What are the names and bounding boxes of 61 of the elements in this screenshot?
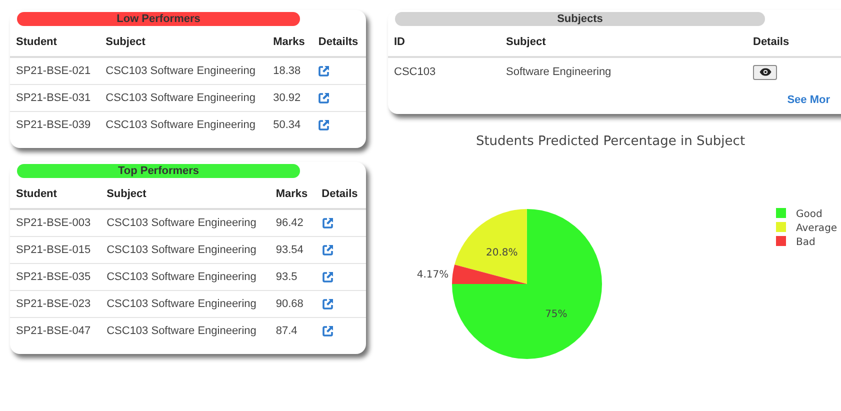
- id-cell: CSC103: [388, 57, 500, 86]
- external-link-icon[interactable]: [318, 92, 330, 104]
- student-cell: SP21-BSE-023: [10, 290, 101, 318]
- subject-cell: CSC103 Software Engineering: [100, 264, 270, 290]
- subject-cell: Software Engineering: [500, 57, 747, 86]
- section-title: Subjects: [395, 12, 765, 26]
- view-button[interactable]: [753, 64, 777, 80]
- marks-cell: 90.68: [270, 290, 316, 318]
- external-link-icon[interactable]: [322, 271, 334, 283]
- legend-label: Average: [796, 223, 837, 234]
- external-link-icon[interactable]: [322, 298, 334, 310]
- column-header: Student: [10, 26, 100, 57]
- column-header: Details: [316, 178, 366, 209]
- marks-cell: 96.42: [270, 209, 316, 236]
- column-header: Marks: [267, 26, 312, 57]
- marks-cell: 87.4: [270, 318, 316, 344]
- column-header: Detailts: [312, 26, 366, 57]
- legend-swatch: [776, 208, 786, 218]
- subject-cell: CSC103 Software Engineering: [100, 112, 268, 138]
- legend-swatch: [776, 236, 786, 246]
- section-title: Top Performers: [17, 164, 300, 178]
- column-header: Subject: [100, 178, 270, 209]
- legend-label: Bad: [796, 237, 816, 248]
- student-cell: SP21-BSE-015: [10, 236, 101, 264]
- marks-cell: 30.92: [267, 84, 312, 112]
- subject-cell: CSC103 Software Engineering: [100, 84, 268, 112]
- column-header: Marks: [270, 178, 316, 209]
- marks-cell: 93.54: [270, 236, 316, 264]
- external-link-icon[interactable]: [322, 325, 334, 337]
- section-title: Low Performers: [17, 12, 300, 26]
- external-link-icon[interactable]: [318, 119, 330, 131]
- chart-title: Students Predicted Percentage in Subject: [474, 134, 746, 149]
- subject-cell: CSC103 Software Engineering: [100, 57, 268, 84]
- column-header: Subject: [500, 26, 747, 57]
- student-cell: SP21-BSE-035: [10, 264, 101, 290]
- external-link-icon[interactable]: [322, 244, 334, 256]
- marks-cell: 18.38: [267, 57, 312, 84]
- column-header: Subject: [100, 26, 268, 57]
- student-cell: SP21-BSE-039: [10, 112, 100, 138]
- slice-label: 4.17%: [416, 270, 449, 281]
- subject-cell: CSC103 Software Engineering: [100, 318, 270, 344]
- slice-label: 75%: [545, 309, 568, 320]
- student-cell: SP21-BSE-047: [10, 318, 101, 344]
- external-link-icon[interactable]: [318, 65, 330, 77]
- legend-swatch: [776, 222, 786, 232]
- subject-cell: CSC103 Software Engineering: [100, 290, 270, 318]
- subject-cell: CSC103 Software Engineering: [100, 236, 270, 264]
- legend-label: Good: [796, 209, 822, 220]
- student-cell: SP21-BSE-031: [10, 84, 100, 112]
- slice-label: 20.8%: [486, 247, 518, 258]
- column-header: Student: [10, 178, 101, 209]
- column-header: Details: [747, 26, 841, 57]
- see-more-link[interactable]: See Mor: [787, 94, 830, 106]
- marks-cell: 93.5: [270, 264, 316, 290]
- external-link-icon[interactable]: [322, 217, 334, 229]
- student-cell: SP21-BSE-021: [10, 57, 100, 84]
- eye-icon: [758, 68, 772, 76]
- column-header: ID: [388, 26, 500, 57]
- subject-cell: CSC103 Software Engineering: [100, 209, 270, 236]
- student-cell: SP21-BSE-003: [10, 209, 101, 236]
- marks-cell: 50.34: [267, 112, 312, 138]
